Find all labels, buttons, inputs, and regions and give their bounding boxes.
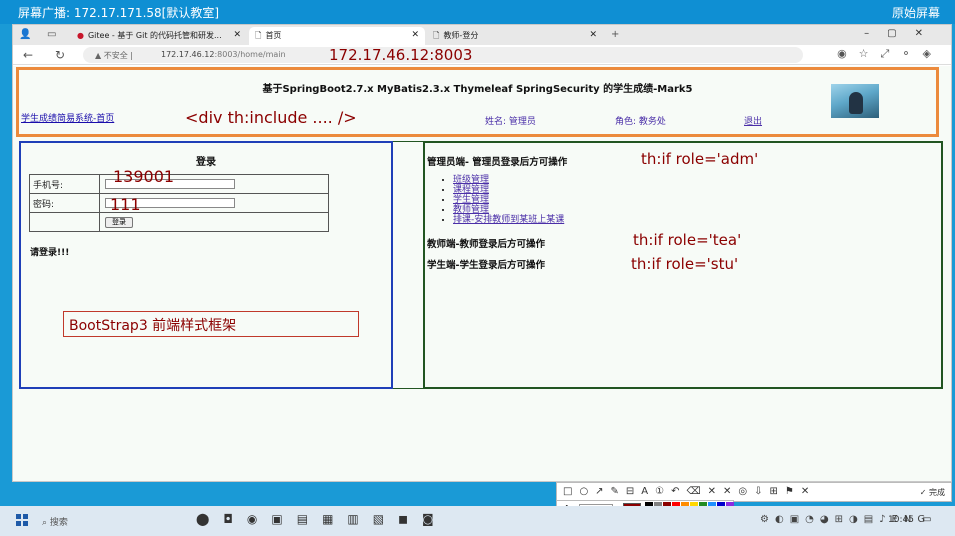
- admin-section-title: 管理员端- 管理员登录后方可操作: [427, 157, 568, 168]
- profile-icon[interactable]: 👤: [19, 29, 31, 40]
- tab-actions-icon[interactable]: ▭: [47, 29, 56, 40]
- page-title: 基于SpringBoot2.7.x MyBatis2.3.x Thymeleaf…: [262, 84, 693, 95]
- warning-icon: ▲ 不安全 |: [95, 51, 133, 60]
- admin-item-teacher[interactable]: 教师管理: [453, 205, 564, 215]
- login-button[interactable]: 登录: [105, 216, 133, 228]
- broadcast-title-bar: 屏幕广播: 172.17.171.58[默认教室] 原始屏幕: [0, 0, 955, 24]
- user-role: 角色: 教务处: [615, 117, 666, 127]
- back-arrow-icon[interactable]: ←: [23, 48, 33, 62]
- close-tab-icon[interactable]: ✕: [233, 30, 241, 40]
- tab-teacher-grades[interactable]: 🗋 教师-登分 ✕: [427, 27, 603, 45]
- annotation-toolbar: □○↗✎⊟A①↶⌫✕✕◎⇩⊞⚑✕ ✓ 完成: [556, 482, 952, 502]
- windows-start-icon[interactable]: [16, 514, 28, 526]
- password-annotation: 111: [110, 195, 141, 214]
- login-panel: 登录 手机号: 密码: 登录 139001 111 请登录!!! BootStr…: [19, 141, 393, 389]
- broadcast-title: 屏幕广播: 172.17.171.58[默认教室]: [18, 6, 220, 20]
- phone-annotation: 139001: [113, 167, 175, 186]
- teacher-annotation: th:if role='tea': [633, 231, 742, 249]
- insecure-label: 不安全: [103, 51, 128, 60]
- original-screen-button[interactable]: 原始屏幕: [892, 4, 940, 21]
- notification-icon[interactable]: ▭: [922, 514, 931, 525]
- url-path: :8003/home/main: [214, 50, 286, 59]
- admin-annotation: th:if role='adm': [641, 150, 759, 168]
- search-label: 搜索: [49, 518, 68, 528]
- admin-item-schedule[interactable]: 排课-安排教师到某班上某课: [453, 215, 564, 225]
- operations-panel: 管理员端- 管理员登录后方可操作 th:if role='adm' 班级管理 课…: [423, 141, 943, 389]
- phone-label: 手机号:: [29, 174, 100, 194]
- taskbar-search[interactable]: ⌕ 搜索: [38, 512, 178, 530]
- gitee-icon: ●: [77, 31, 84, 40]
- taskbar: ⌕ 搜索 ⬤◘◉▣▤▦▥▧◼◙ ⚙◐▣◔◕⊞◑▤♪ENG 10:45 ▭: [0, 506, 955, 536]
- page-icon: 🗋: [433, 31, 440, 40]
- admin-item-class[interactable]: 班级管理: [453, 175, 564, 185]
- include-annotation: <div th:include .... />: [185, 108, 357, 127]
- tab-strip: 👤 ▭ ● Gitee - 基于 Git 的代码托管和研发... ✕ 🗋 首页 ✕ …: [13, 25, 951, 45]
- done-label: 完成: [929, 488, 945, 497]
- browser-toolbar-icons[interactable]: ◉☆⤢⚬◈: [837, 47, 943, 61]
- avatar: [831, 84, 879, 118]
- address-annotation: 172.17.46.12:8003: [329, 46, 473, 64]
- browser-window: 👤 ▭ ● Gitee - 基于 Git 的代码托管和研发... ✕ 🗋 首页 ✕ …: [12, 24, 952, 482]
- url-text: 172.17.46.12:8003/home/main: [161, 50, 286, 59]
- tab-home[interactable]: 🗋 首页 ✕: [249, 27, 425, 45]
- student-annotation: th:if role='stu': [631, 255, 739, 273]
- login-form: 手机号: 密码: 登录: [29, 174, 329, 232]
- user-name: 姓名: 管理员: [485, 117, 536, 127]
- new-tab-button[interactable]: +: [611, 29, 619, 40]
- password-label: 密码:: [29, 193, 100, 213]
- panel-separator: [393, 141, 423, 389]
- teacher-section-title: 教师端-教师登录后方可操作: [427, 239, 545, 250]
- tab-gitee[interactable]: ● Gitee - 基于 Git 的代码托管和研发... ✕: [71, 27, 247, 45]
- login-title: 登录: [196, 157, 216, 168]
- home-link[interactable]: 学生成绩简易系统-首页: [21, 111, 114, 124]
- close-tab-icon[interactable]: ✕: [411, 30, 419, 40]
- reload-icon[interactable]: ↻: [55, 48, 65, 62]
- taskbar-apps[interactable]: ⬤◘◉▣▤▦▥▧◼◙: [196, 512, 448, 526]
- student-section-title: 学生端-学生登录后方可操作: [427, 260, 545, 271]
- close-tab-icon[interactable]: ✕: [589, 30, 597, 40]
- page-header: 基于SpringBoot2.7.x MyBatis2.3.x Thymeleaf…: [16, 67, 939, 137]
- page-icon: 🗋: [255, 31, 262, 40]
- admin-item-course[interactable]: 课程管理: [453, 185, 564, 195]
- bootstrap-annotation: BootStrap3 前端样式框架: [63, 311, 359, 337]
- logout-link[interactable]: 退出: [744, 114, 762, 127]
- admin-item-student[interactable]: 学生管理: [453, 195, 564, 205]
- done-button[interactable]: ✓ 完成: [920, 487, 945, 498]
- admin-menu: 班级管理 课程管理 学生管理 教师管理 排课-安排教师到某班上某课: [453, 175, 564, 225]
- login-message: 请登录!!!: [30, 248, 70, 258]
- url-host: 172.17.46.12: [161, 50, 215, 59]
- annotation-tools[interactable]: □○↗✎⊟A①↶⌫✕✕◎⇩⊞⚑✕: [563, 486, 816, 497]
- window-controls[interactable]: –▢✕: [864, 28, 941, 39]
- address-bar-row: ← ↻ ▲ 不安全 | 172.17.46.12:8003/home/main …: [13, 45, 951, 65]
- page-content: 基于SpringBoot2.7.x MyBatis2.3.x Thymeleaf…: [13, 66, 951, 481]
- clock: 10:45: [888, 515, 914, 525]
